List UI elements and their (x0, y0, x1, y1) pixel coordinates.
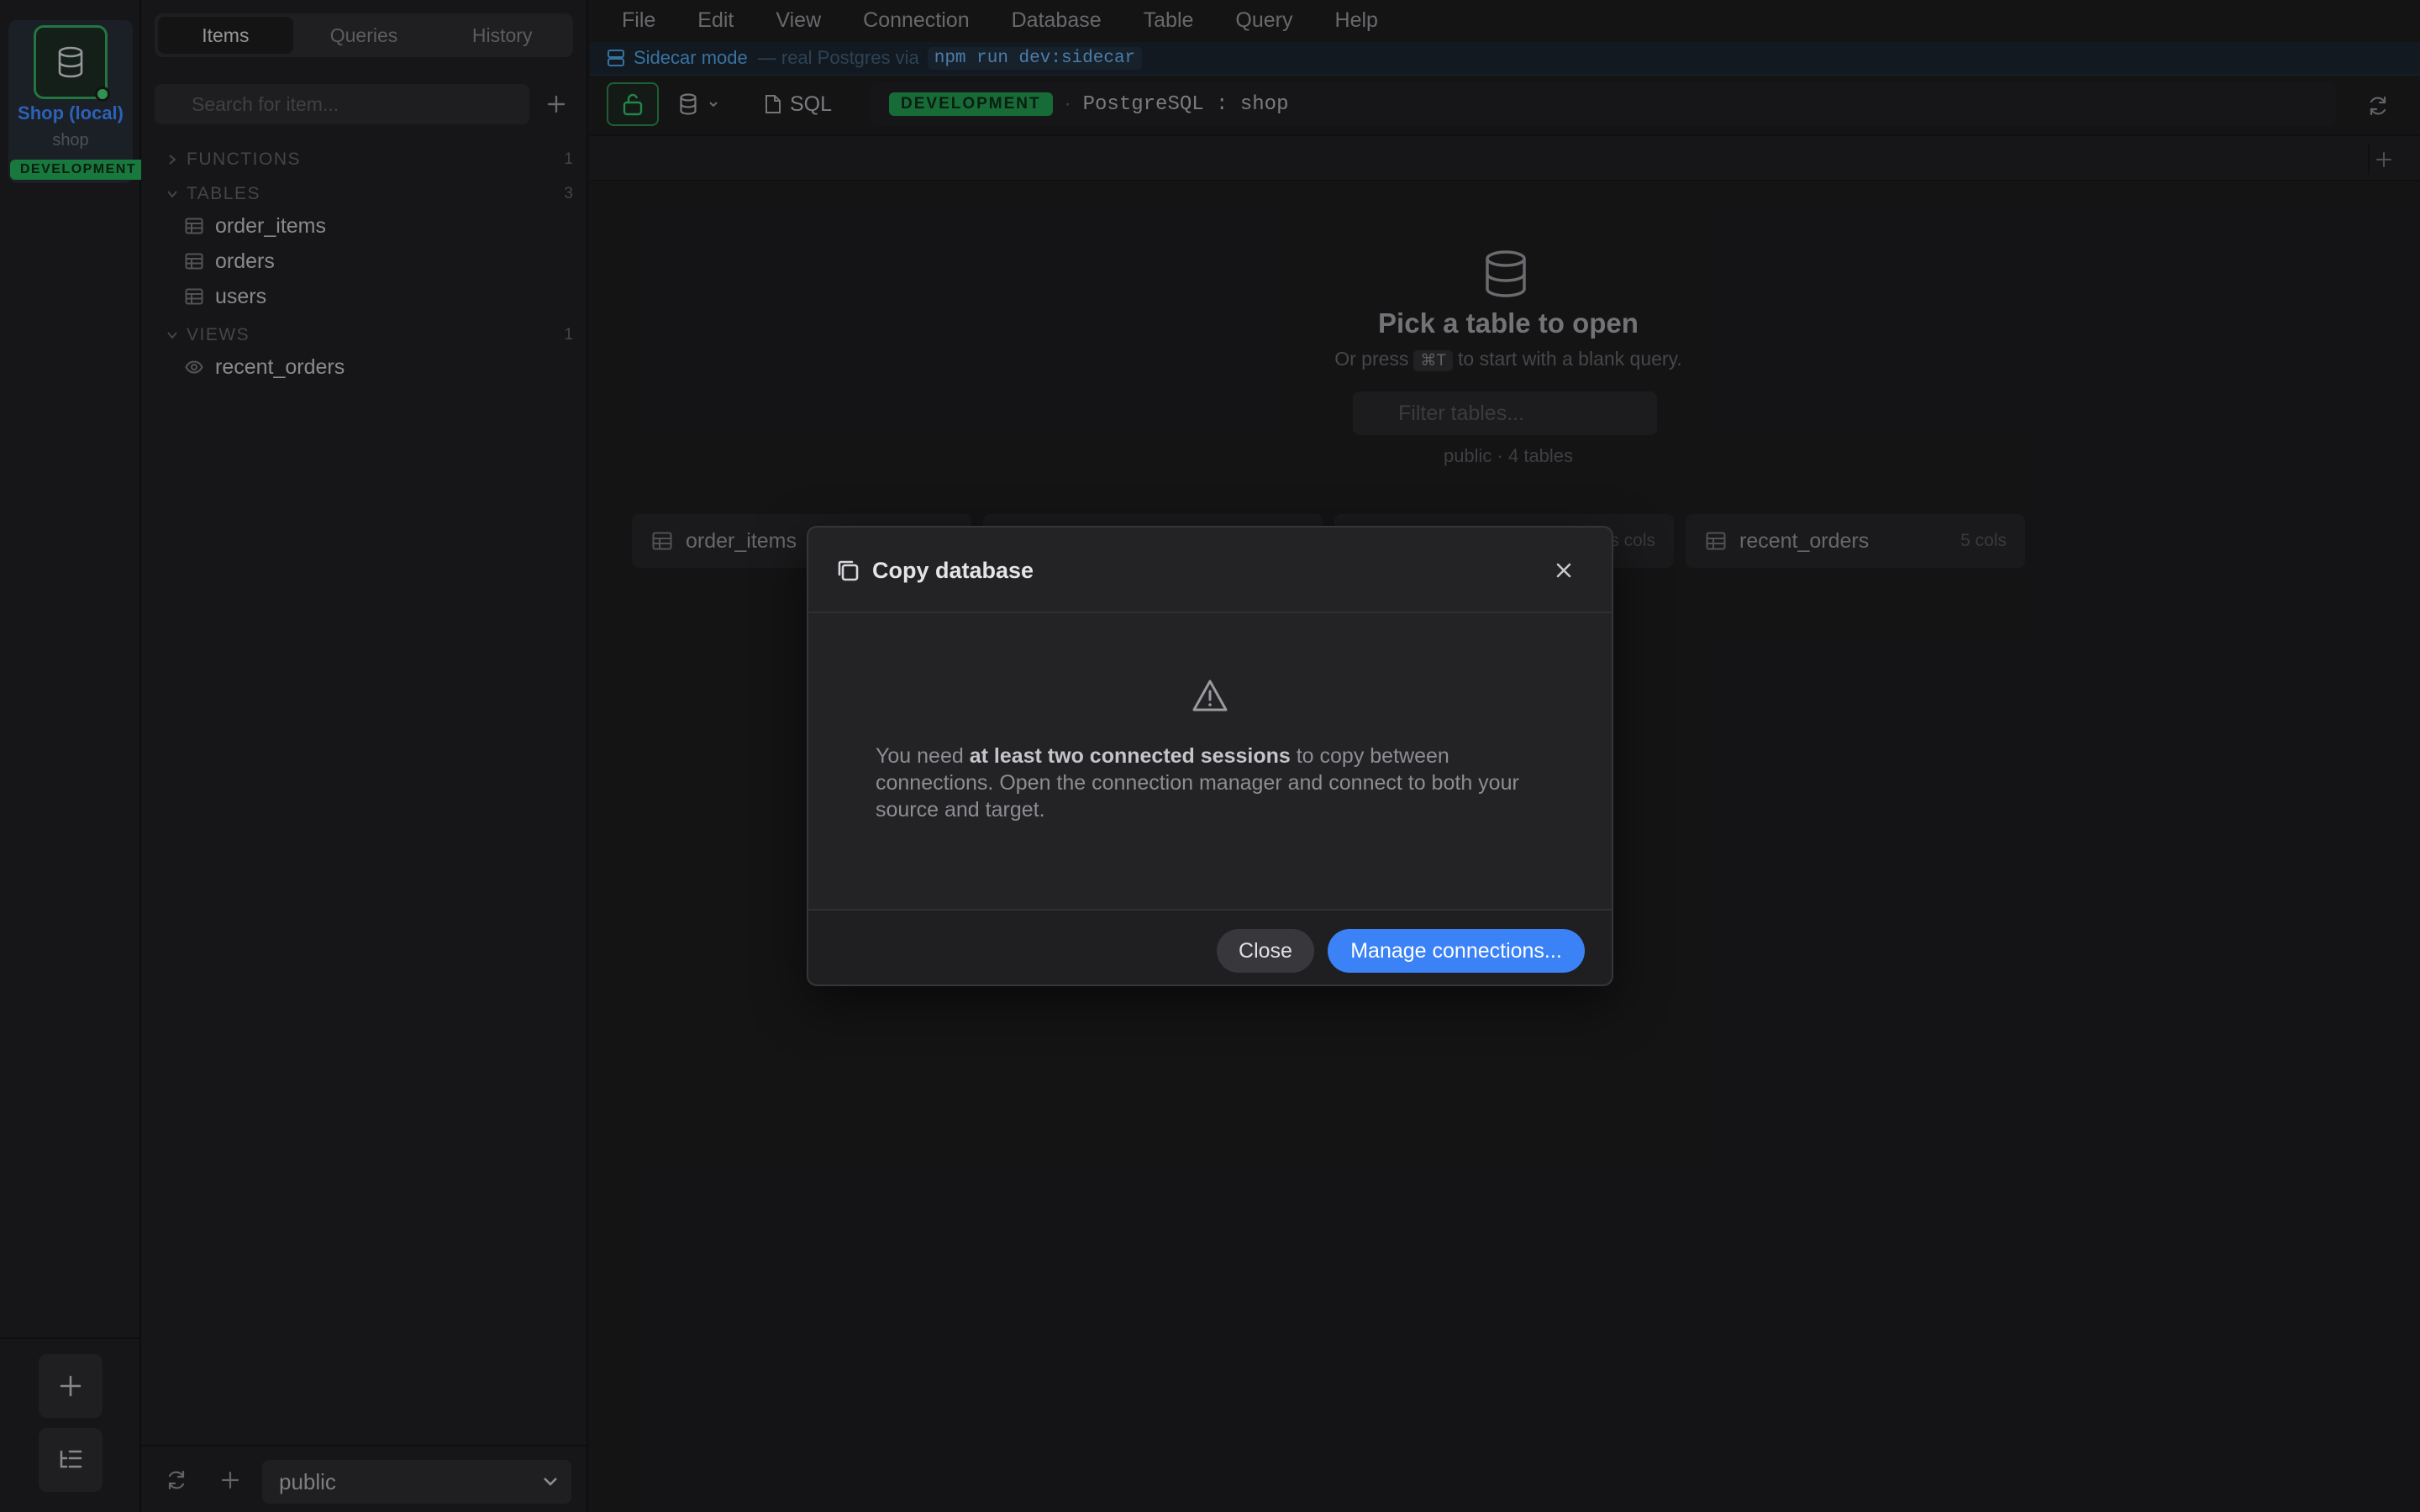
manage-connections-button[interactable]: Manage connections... (1328, 929, 1585, 973)
warning-icon (1192, 680, 1228, 711)
copy-icon (838, 560, 859, 581)
dialog-title: Copy database (872, 558, 1034, 583)
dialog-message: You need at least two connected sessions… (876, 743, 1548, 823)
dialog-footer: Close Manage connections... (808, 909, 1612, 984)
close-button[interactable]: Close (1217, 929, 1314, 973)
dialog-close-button[interactable] (1551, 558, 1576, 583)
dialog-header: Copy database (808, 528, 1612, 613)
copy-database-dialog: Copy database You need at least two conn… (807, 526, 1613, 986)
close-icon (1556, 563, 1571, 578)
message-part: You need (876, 744, 970, 768)
message-emphasis: at least two connected sessions (969, 744, 1291, 768)
